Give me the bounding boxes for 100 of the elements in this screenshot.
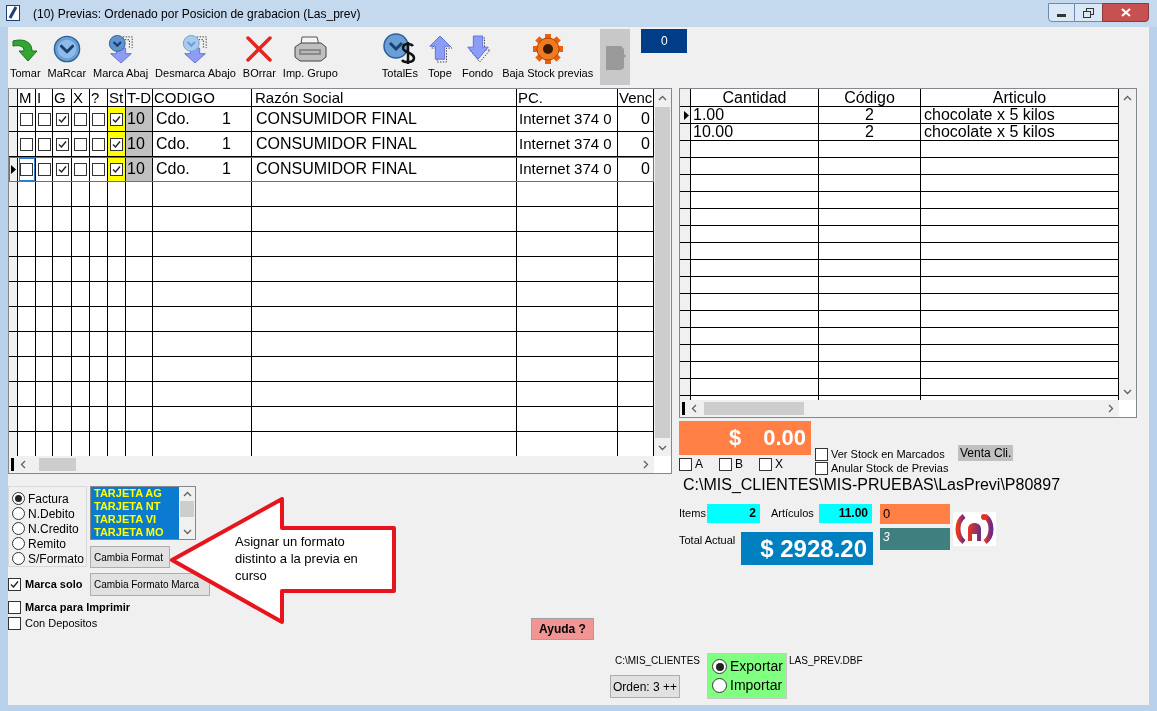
checkbox[interactable] — [55, 137, 69, 151]
checkbox[interactable] — [679, 458, 692, 471]
list-item[interactable]: TARJETA NT — [91, 500, 179, 513]
splitter-handle[interactable] — [682, 402, 685, 415]
radio-button[interactable] — [12, 552, 25, 565]
checkbox[interactable] — [92, 162, 105, 176]
scrollbar-thumb[interactable] — [704, 402, 804, 415]
column-header[interactable]: ? — [90, 89, 108, 107]
toolbar-button[interactable]: Marca Abaj — [91, 29, 151, 85]
list-item[interactable]: TARJETA MO — [91, 526, 179, 539]
checkbox-cell[interactable] — [53, 107, 72, 132]
row-header-cell[interactable] — [9, 132, 18, 157]
chevron-up-icon[interactable] — [182, 491, 192, 497]
help-button[interactable]: Ayuda ? — [531, 618, 594, 640]
checkbox[interactable] — [55, 112, 69, 126]
scrollbar-thumb[interactable] — [655, 107, 670, 438]
row-header-cell[interactable] — [9, 157, 18, 182]
column-header[interactable]: PC. — [517, 89, 618, 107]
radio-label[interactable]: N.Debito — [28, 506, 75, 521]
checkbox[interactable] — [20, 112, 33, 126]
checkbox[interactable] — [20, 162, 33, 176]
scrollbar-thumb[interactable] — [39, 458, 76, 471]
column-header[interactable]: Razón Social — [252, 89, 517, 107]
checkbox[interactable] — [37, 137, 51, 151]
vertical-scrollbar[interactable] — [179, 487, 195, 539]
checkbox[interactable] — [74, 137, 87, 151]
checkbox-cell[interactable] — [36, 132, 53, 157]
column-header[interactable]: Cantidad — [691, 89, 819, 107]
checkbox[interactable] — [20, 137, 33, 151]
close-button[interactable] — [1102, 3, 1149, 22]
checkbox-cell[interactable] — [53, 157, 72, 182]
checkbox[interactable] — [37, 112, 51, 126]
radio-button[interactable] — [12, 507, 25, 520]
list-box[interactable]: TARJETA AG TARJETA NT TARJETA VI TARJETA MO — [90, 486, 196, 540]
checkbox[interactable] — [110, 137, 123, 151]
checkbox[interactable] — [8, 600, 21, 614]
checkbox[interactable] — [815, 447, 828, 461]
checkbox[interactable] — [8, 616, 21, 630]
radio-label[interactable]: S/Formato — [28, 551, 84, 566]
toolbar-button[interactable]: Tope — [424, 29, 455, 85]
chevron-up-icon[interactable] — [1123, 94, 1132, 101]
list-item[interactable]: TARJETA VI — [91, 513, 179, 526]
radio-button[interactable] — [712, 659, 727, 674]
radio-label[interactable]: Factura — [28, 491, 69, 506]
checkbox[interactable] — [92, 112, 105, 126]
checkbox-cell[interactable] — [72, 132, 90, 157]
checkbox[interactable] — [74, 162, 87, 176]
checkbox[interactable] — [92, 137, 105, 151]
column-header[interactable]: Articulo — [921, 89, 1119, 107]
chevron-up-icon[interactable] — [658, 94, 667, 101]
toolbar-button[interactable]: Fondo — [459, 29, 496, 85]
checkbox-cell[interactable] — [72, 157, 90, 182]
column-header[interactable]: Código — [819, 89, 921, 107]
checkbox[interactable] — [719, 458, 732, 471]
change-format-button[interactable]: Cambia Format — [90, 546, 170, 568]
row-header-cell[interactable] — [680, 124, 691, 141]
toolbar-button[interactable]: BOrrar — [240, 29, 278, 85]
toolbar-button[interactable]: TotalEs — [379, 29, 420, 85]
splitter-handle[interactable] — [11, 458, 14, 471]
column-header[interactable]: M — [18, 89, 36, 107]
checkbox-cell[interactable] — [72, 107, 90, 132]
checkbox-label[interactable]: Anular Stock de Previas — [831, 461, 949, 475]
radio-button[interactable] — [12, 492, 25, 505]
selected-row[interactable]: 10 Cdo. 1 CONSUMIDOR FINAL Internet 374 0 0 — [9, 157, 654, 182]
column-header[interactable]: I — [36, 89, 53, 107]
checkbox-cell[interactable] — [18, 107, 36, 132]
radio-button[interactable] — [12, 537, 25, 550]
checkbox-label[interactable]: B — [735, 458, 743, 471]
vertical-scrollbar[interactable] — [654, 89, 671, 456]
checkbox[interactable] — [37, 162, 51, 176]
chevron-right-icon[interactable] — [642, 460, 649, 469]
chevron-down-icon[interactable] — [658, 444, 667, 451]
column-header[interactable]: X — [72, 89, 90, 107]
column-header[interactable]: G — [53, 89, 72, 107]
checkbox[interactable] — [759, 458, 772, 471]
checkbox[interactable] — [74, 112, 87, 126]
chevron-left-icon[interactable] — [19, 460, 26, 469]
chevron-right-icon[interactable] — [1107, 404, 1114, 413]
row-header-cell[interactable] — [680, 107, 691, 124]
checkbox-cell[interactable] — [53, 132, 72, 157]
toolbar-button[interactable]: Desmarca Abajo — [153, 29, 238, 85]
radio-label[interactable]: Remito — [28, 536, 66, 551]
restore-button[interactable] — [1075, 3, 1102, 22]
checkbox-label[interactable]: X — [775, 458, 783, 471]
chevron-down-icon[interactable] — [1123, 388, 1132, 395]
radio-label[interactable]: Importar — [730, 677, 783, 694]
checkbox-label[interactable]: Con Depositos — [25, 616, 98, 630]
checkbox-cell[interactable] — [36, 107, 53, 132]
checkbox-label[interactable]: Marca solo — [25, 578, 83, 591]
checkbox-label[interactable]: A — [695, 458, 703, 471]
list-item[interactable]: TARJETA AG — [91, 487, 179, 500]
checkbox[interactable] — [110, 112, 123, 126]
radio-label[interactable]: Exportar — [730, 658, 783, 675]
toolbar-button[interactable]: Baja Stock previas — [500, 29, 596, 85]
chevron-left-icon[interactable] — [690, 404, 697, 413]
vertical-scrollbar[interactable] — [1119, 89, 1136, 400]
radio-button[interactable] — [12, 522, 25, 535]
toolbar-button[interactable]: Imp. Grupo — [280, 29, 340, 85]
focused-cell[interactable] — [18, 157, 36, 182]
checkbox-cell[interactable] — [18, 132, 36, 157]
